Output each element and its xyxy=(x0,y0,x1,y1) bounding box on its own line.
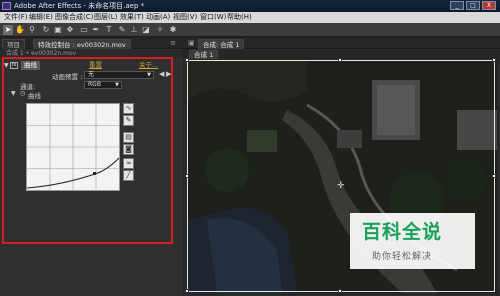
menu-layer[interactable]: 图层(L) xyxy=(94,12,117,23)
maximize-button[interactable]: □ xyxy=(466,1,480,10)
watermark: 百科全说 助你轻松解决 xyxy=(350,213,475,269)
text-tool-icon[interactable]: T xyxy=(104,25,114,35)
transform-handle[interactable] xyxy=(185,289,189,293)
menu-file[interactable]: 文件(F) xyxy=(4,12,28,23)
lock-icon[interactable]: ▣ xyxy=(188,39,195,47)
curve-graph-svg xyxy=(26,104,120,190)
minimize-button[interactable]: _ xyxy=(450,1,464,10)
zoom-tool-icon[interactable]: ⚲ xyxy=(27,25,37,35)
selection-tool-icon[interactable]: ➤ xyxy=(3,25,13,35)
menu-bar: 文件(F) 编辑(E) 图像合成(C) 图层(L) 效果(T) 动画(A) 视图… xyxy=(0,12,500,23)
transform-handle[interactable] xyxy=(185,174,189,178)
next-preset-icon[interactable]: ▶ xyxy=(166,70,171,78)
channel-dropdown[interactable]: RGB ▼ xyxy=(84,81,122,89)
preset-value: 无 xyxy=(88,71,95,78)
tab-project[interactable]: 项目 xyxy=(2,39,25,49)
roto-brush-tool-icon[interactable]: ✧ xyxy=(155,25,165,35)
open-file-icon[interactable]: ▤ xyxy=(123,132,134,143)
about-link[interactable]: 关于... xyxy=(139,61,158,70)
transform-handle[interactable] xyxy=(338,58,342,62)
rotate-tool-icon[interactable]: ↻ xyxy=(41,25,51,35)
transform-handle[interactable] xyxy=(185,58,189,62)
watermark-subtitle: 助你轻松解决 xyxy=(372,252,433,262)
brush-tool-icon[interactable]: ✎ xyxy=(117,25,127,35)
puppet-pin-tool-icon[interactable]: ✱ xyxy=(168,25,178,35)
menu-composition[interactable]: 图像合成(C) xyxy=(55,12,93,23)
pencil-tool-icon[interactable]: ✎ xyxy=(123,115,134,126)
expand-triangle-icon[interactable]: ▼ xyxy=(11,90,16,97)
channel-value: RGB xyxy=(88,81,101,88)
window-title-bar: Adobe After Effects - 未命名项目.aep * _ □ X xyxy=(0,0,500,12)
fx-toggle-icon[interactable]: fx xyxy=(10,62,18,69)
comp-tab-row: ▣ 合成: 合成 1 xyxy=(184,38,500,49)
left-tab-row: 项目 特效控制台 : ev00302n.mov ≡ xyxy=(0,38,183,49)
preset-dropdown[interactable]: 无 ▼ xyxy=(84,71,154,79)
menu-help[interactable]: 帮助(H) xyxy=(227,12,252,23)
mask-tool-icon[interactable]: ▭ xyxy=(79,25,89,35)
curves-effect-row: ▼ fx 曲线 重置 关于... xyxy=(4,61,171,70)
transform-handle[interactable] xyxy=(492,58,496,62)
stopwatch-icon[interactable]: ◷ xyxy=(20,90,25,97)
close-button[interactable]: X xyxy=(482,1,496,10)
transform-handle[interactable] xyxy=(338,289,342,293)
expand-triangle-icon[interactable]: ▼ xyxy=(4,61,9,70)
window-title: Adobe After Effects - 未命名项目.aep * xyxy=(14,2,145,10)
effect-name[interactable]: 曲线 xyxy=(21,61,40,70)
prev-preset-icon[interactable]: ◀ xyxy=(159,70,164,78)
curve-graph[interactable] xyxy=(26,103,120,191)
menu-animation[interactable]: 动画(A) xyxy=(146,12,170,23)
after-effects-app-icon xyxy=(2,2,11,10)
curve-control-point xyxy=(93,172,96,175)
curve-label: 曲线 xyxy=(28,92,41,100)
tab-composition[interactable]: 合成: 合成 1 xyxy=(198,39,245,49)
menu-view[interactable]: 视图(V) xyxy=(173,12,197,23)
subtab-comp-1[interactable]: 合成 1 xyxy=(189,50,219,59)
comp-subtab-row: 合成 1 xyxy=(184,50,500,59)
panel-menu-icon[interactable]: ≡ xyxy=(170,39,176,47)
chevron-down-icon: ▼ xyxy=(115,82,119,88)
tab-effect-controls[interactable]: 特效控制台 : ev00302n.mov xyxy=(33,39,131,49)
curve-tool-icon[interactable]: ∿ xyxy=(123,103,134,114)
smooth-icon[interactable]: ≈ xyxy=(123,158,134,169)
pan-behind-tool-icon[interactable]: ✥ xyxy=(65,25,75,35)
menu-effect[interactable]: 效果(T) xyxy=(120,12,144,23)
reset-link[interactable]: 重置 xyxy=(89,61,102,70)
eraser-tool-icon[interactable]: ◪ xyxy=(141,25,151,35)
tools-toolbar: ➤ ✋ ⚲ ↻ ▣ ✥ ▭ ✒ T ✎ ⊥ ◪ ✧ ✱ xyxy=(0,23,500,37)
menu-window[interactable]: 窗口(W) xyxy=(200,12,226,23)
menu-edit[interactable]: 编辑(E) xyxy=(29,12,53,23)
watermark-title: 百科全说 xyxy=(362,221,443,243)
clone-stamp-tool-icon[interactable]: ⊥ xyxy=(129,25,139,35)
pen-tool-icon[interactable]: ✒ xyxy=(91,25,101,35)
save-icon[interactable]: ◙ xyxy=(123,144,134,155)
reset-linear-icon[interactable]: ╱ xyxy=(123,170,134,181)
camera-tool-icon[interactable]: ▣ xyxy=(53,25,63,35)
chevron-down-icon: ▼ xyxy=(147,72,151,78)
preset-label: 动画预置 : xyxy=(52,73,83,81)
hand-tool-icon[interactable]: ✋ xyxy=(15,25,25,35)
transform-handle[interactable] xyxy=(492,174,496,178)
